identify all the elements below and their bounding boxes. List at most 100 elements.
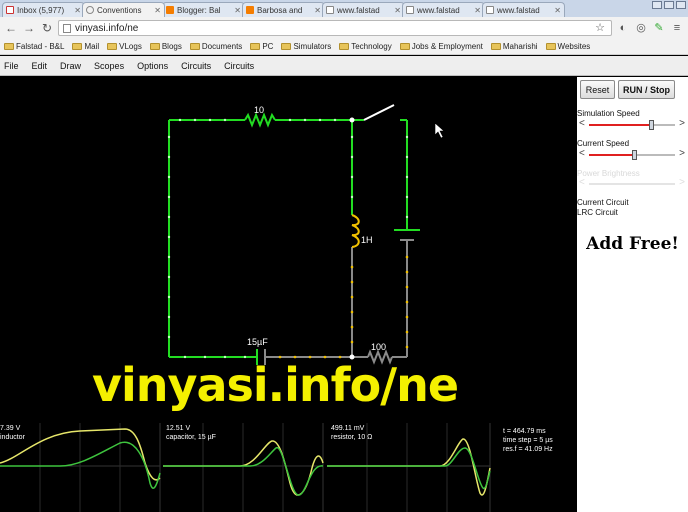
bookmark-folder[interactable]: VLogs (107, 42, 142, 51)
folder-icon (4, 43, 14, 50)
tab-inbox[interactable]: Inbox (5,977) ✕ (2, 2, 85, 17)
folder-icon (490, 43, 501, 50)
scope-vgrid (39, 423, 448, 512)
tab-blogger[interactable]: Blogger: Bal ✕ (162, 2, 245, 17)
bookmark-label: Mail (84, 42, 100, 51)
menu-draw[interactable]: Draw (60, 61, 81, 71)
close-icon[interactable]: ✕ (154, 6, 161, 15)
menu-circuits-2[interactable]: Circuits (224, 61, 254, 71)
tab-label: www.falstad (497, 5, 540, 15)
menu-icon[interactable]: ≡ (670, 21, 684, 35)
menu-options[interactable]: Options (137, 61, 168, 71)
mouse-cursor-icon (434, 122, 445, 139)
close-icon[interactable]: ✕ (234, 6, 241, 15)
minimize-icon[interactable] (652, 1, 662, 9)
scope-value: 12.51 V (166, 425, 191, 432)
tab-falstad-2[interactable]: www.falstad ✕ (402, 2, 485, 17)
current-speed-label: Current Speed (577, 139, 630, 148)
blogger-icon (166, 6, 174, 14)
current-speed-slider[interactable]: < > (579, 148, 685, 160)
bookmark-folder[interactable]: Websites (545, 42, 590, 51)
bookmark-folder[interactable]: Maharishi (490, 42, 538, 51)
folder-icon (399, 43, 410, 50)
bookmark-folder[interactable]: Simulators (281, 42, 331, 51)
forward-button[interactable]: → (22, 21, 36, 35)
watermark-text: vinyasi.info/ne (92, 358, 459, 412)
tab-barbosa[interactable]: Barbosa and ✕ (242, 2, 325, 17)
close-icon[interactable]: ✕ (394, 6, 401, 15)
arrow-left-icon[interactable]: < (579, 148, 585, 159)
scope-trace-current (327, 447, 491, 490)
tab-label: Conventions (97, 5, 142, 15)
inductor-1h[interactable] (351, 214, 360, 248)
sim-info: t = 464.79 ms time step = 5 µs res.f = 4… (503, 427, 553, 454)
scope-inductor-readout: 7.39 V inductor (0, 424, 25, 442)
slider-track[interactable] (589, 150, 675, 160)
scope-area[interactable]: 7.39 V inductor 12.51 V capacitor, 15 µF… (0, 423, 577, 512)
close-icon[interactable]: ✕ (74, 6, 81, 15)
page-icon (63, 23, 71, 33)
sim-speed-slider[interactable]: < > (579, 118, 685, 130)
folder-icon (189, 43, 200, 50)
bookmark-label: Jobs & Employment (411, 42, 483, 51)
ad-text[interactable]: Add Free! (577, 234, 688, 254)
scope-value: 7.39 V (0, 425, 21, 432)
bookmark-label: PC (262, 42, 274, 51)
gmail-icon (6, 6, 14, 14)
close-icon[interactable]: ✕ (554, 6, 561, 15)
slider-track[interactable] (589, 120, 675, 130)
page-icon (86, 6, 94, 14)
current-circuit-name: LRC Circuit (577, 208, 618, 217)
scope-label: resistor, 10 Ω (331, 434, 373, 441)
bookmark-label: Documents (201, 42, 243, 51)
capacitor-label: 15µF (247, 337, 268, 347)
close-icon[interactable]: ✕ (474, 6, 481, 15)
back-button[interactable]: ← (4, 21, 18, 35)
tab-falstad-1[interactable]: www.falstad ✕ (322, 2, 405, 17)
inactive-wires (265, 240, 408, 358)
close-icon[interactable]: ✕ (314, 6, 321, 15)
tab-strip: Inbox (5,977) ✕ Conventions ✕ Blogger: B… (0, 0, 688, 17)
reset-button[interactable]: Reset (580, 80, 615, 99)
blogger-icon (246, 6, 254, 14)
slider-knob[interactable] (632, 150, 638, 160)
folder-icon (107, 43, 118, 50)
menu-file[interactable]: File (4, 61, 19, 71)
slider-fill (589, 154, 636, 156)
maximize-icon[interactable] (664, 1, 674, 9)
tab-label: Blogger: Bal (177, 5, 221, 15)
page-icon (406, 6, 414, 14)
bookmark-folder[interactable]: Jobs & Employment (399, 42, 483, 51)
resistor-10[interactable] (244, 112, 276, 128)
extension-icon[interactable]: ◐ (616, 21, 630, 35)
menu-circuits[interactable]: Circuits (181, 61, 211, 71)
arrow-right-icon[interactable]: > (679, 118, 685, 129)
bookmark-folder[interactable]: Falstad - B&L (4, 42, 64, 51)
tab-falstad-3[interactable]: www.falstad ✕ (482, 2, 565, 17)
arrow-left-icon[interactable]: < (579, 118, 585, 129)
menu-scopes[interactable]: Scopes (94, 61, 124, 71)
tab-conventions[interactable]: Conventions ✕ (82, 2, 165, 17)
reload-button[interactable]: ↻ (40, 21, 54, 35)
arrow-right-icon[interactable]: > (679, 148, 685, 159)
run-stop-button[interactable]: RUN / Stop (618, 80, 675, 99)
scope-capacitor-readout: 12.51 V capacitor, 15 µF (166, 424, 216, 442)
current-circuit-label: Current Circuit (577, 198, 629, 207)
arrow-left-icon: < (579, 177, 585, 188)
sim-time: t = 464.79 ms (503, 428, 546, 435)
control-panel: Reset RUN / Stop Simulation Speed < > Cu… (577, 77, 688, 512)
address-bar[interactable]: vinyasi.info/ne ☆ (58, 20, 612, 36)
bookmark-folder[interactable]: PC (250, 42, 273, 51)
slider-knob[interactable] (648, 120, 654, 130)
close-window-icon[interactable] (676, 1, 686, 9)
bookmark-label: Maharishi (502, 42, 538, 51)
menu-edit[interactable]: Edit (32, 61, 48, 71)
star-icon[interactable]: ☆ (593, 21, 607, 35)
extension-icon[interactable]: ✎ (652, 21, 666, 35)
switch[interactable] (363, 104, 395, 121)
bookmark-folder[interactable]: Mail (72, 42, 99, 51)
extension-icon[interactable]: ◎ (634, 21, 648, 35)
bookmark-folder[interactable]: Technology (339, 42, 392, 51)
bookmark-folder[interactable]: Documents (189, 42, 243, 51)
bookmark-folder[interactable]: Blogs (149, 42, 182, 51)
